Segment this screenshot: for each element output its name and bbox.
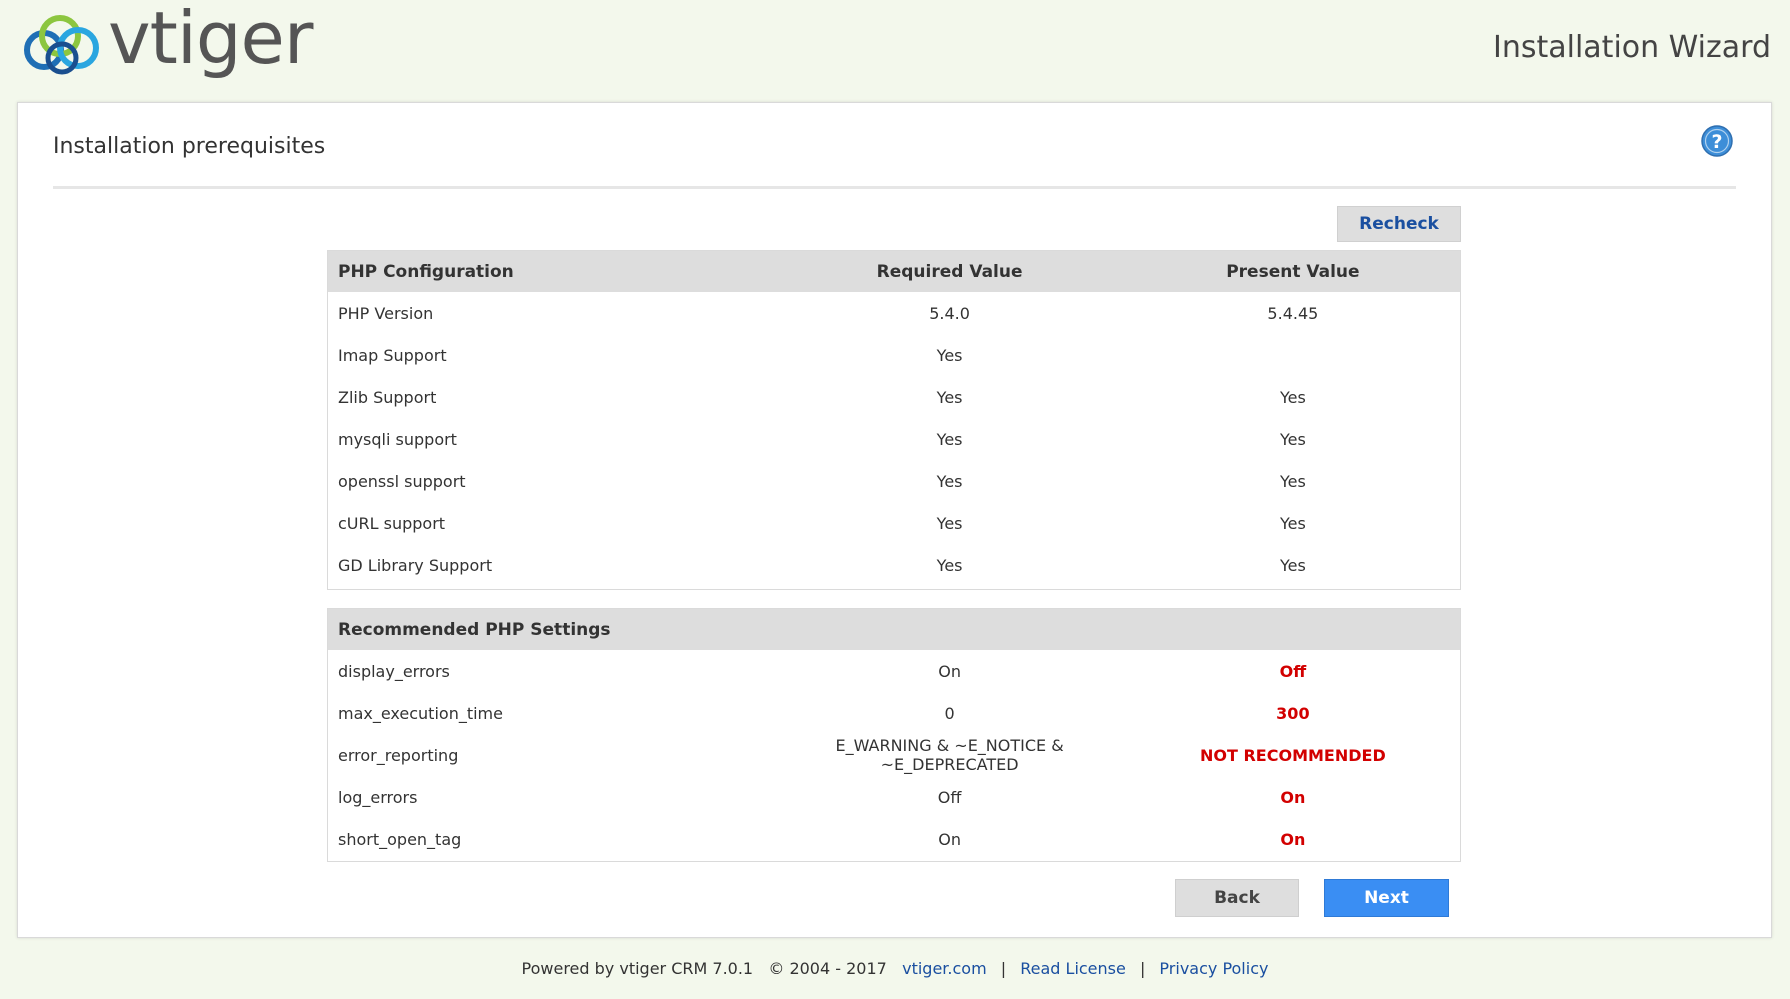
column-header-present: Present Value — [1226, 261, 1360, 282]
cloud-logo-icon — [24, 15, 99, 75]
present-value-warning: 300 — [1276, 703, 1310, 723]
table-row: max_execution_time 0 300 — [328, 692, 1460, 734]
required-value: Yes — [936, 513, 963, 533]
column-header-configuration: PHP Configuration — [338, 261, 514, 282]
setting-name: display_errors — [338, 661, 450, 681]
table-row: log_errors Off On — [328, 776, 1460, 818]
required-value: Yes — [936, 345, 963, 365]
table-header: PHP Configuration Required Value Present… — [328, 251, 1460, 292]
svg-text:?: ? — [1711, 131, 1722, 153]
setting-name: Zlib Support — [338, 387, 437, 407]
column-header-required: Required Value — [876, 261, 1023, 282]
recommended-settings-table: Recommended PHP Settings display_errors … — [327, 608, 1461, 862]
present-value: Yes — [1279, 471, 1306, 491]
copyright-text: © 2004 - 2017 — [768, 959, 887, 978]
setting-name: Imap Support — [338, 345, 447, 365]
setting-name: openssl support — [338, 471, 466, 491]
back-button[interactable]: Back — [1175, 879, 1299, 917]
required-value: On — [938, 661, 961, 681]
present-value-warning: NOT RECOMMENDED — [1200, 745, 1386, 765]
present-value-warning: On — [1280, 787, 1306, 807]
table-row: Zlib Support Yes Yes — [328, 376, 1460, 418]
title-divider — [53, 186, 1736, 189]
present-value: 5.4.45 — [1267, 303, 1319, 323]
required-value: Yes — [936, 429, 963, 449]
required-value: E_WARNING & ~E_NOTICE & ~E_DEPRECATED — [835, 736, 1064, 774]
present-value: Yes — [1279, 387, 1306, 407]
table-row: openssl support Yes Yes — [328, 460, 1460, 502]
prerequisites-panel: Installation prerequisites ? Recheck PHP… — [17, 102, 1772, 938]
footer-separator: | — [1000, 959, 1007, 978]
required-value: Yes — [936, 471, 963, 491]
required-value: Off — [937, 787, 962, 807]
present-value: Yes — [1279, 555, 1306, 575]
required-value: 0 — [944, 703, 955, 723]
present-value-warning: Off — [1279, 661, 1307, 681]
vtiger-logo: vtiger — [22, 2, 322, 84]
privacy-policy-link[interactable]: Privacy Policy — [1159, 959, 1268, 978]
read-license-link[interactable]: Read License — [1020, 959, 1126, 978]
table-row: error_reporting E_WARNING & ~E_NOTICE & … — [328, 734, 1460, 776]
setting-name: PHP Version — [338, 303, 434, 323]
required-value: 5.4.0 — [929, 303, 970, 323]
recommended-settings-header: Recommended PHP Settings — [338, 619, 611, 640]
next-button[interactable]: Next — [1324, 879, 1449, 917]
wizard-title: Installation Wizard — [1492, 30, 1771, 65]
setting-name: GD Library Support — [338, 555, 493, 575]
table-row: mysqli support Yes Yes — [328, 418, 1460, 460]
required-value: Yes — [936, 387, 963, 407]
setting-name: error_reporting — [338, 745, 459, 765]
table-row: GD Library Support Yes Yes — [328, 544, 1460, 586]
present-value: Yes — [1279, 513, 1306, 533]
required-value: On — [938, 829, 961, 849]
recheck-button[interactable]: Recheck — [1337, 206, 1461, 242]
help-icon[interactable]: ? — [1701, 125, 1733, 157]
table-row: PHP Version 5.4.0 5.4.45 — [328, 292, 1460, 334]
setting-name: short_open_tag — [338, 829, 462, 849]
present-value: Yes — [1279, 429, 1306, 449]
required-value: Yes — [936, 555, 963, 575]
footer: Powered by vtiger CRM 7.0.1 © 2004 - 201… — [0, 959, 1790, 978]
setting-name: log_errors — [338, 787, 418, 807]
setting-name: max_execution_time — [338, 703, 503, 723]
logo-text: vtiger — [108, 0, 313, 80]
table-header: Recommended PHP Settings — [328, 609, 1460, 650]
setting-name: cURL support — [338, 513, 446, 533]
setting-name: mysqli support — [338, 429, 457, 449]
table-row: cURL support Yes Yes — [328, 502, 1460, 544]
present-value-warning: On — [1280, 829, 1306, 849]
table-row: Imap Support Yes — [328, 334, 1460, 376]
footer-separator: | — [1139, 959, 1146, 978]
table-row: display_errors On Off — [328, 650, 1460, 692]
php-configuration-table: PHP Configuration Required Value Present… — [327, 250, 1461, 590]
table-row: short_open_tag On On — [328, 818, 1460, 860]
powered-by-text: Powered by vtiger CRM 7.0.1 — [521, 959, 754, 978]
page-title: Installation prerequisites — [53, 134, 326, 159]
vtiger-site-link[interactable]: vtiger.com — [902, 959, 987, 978]
